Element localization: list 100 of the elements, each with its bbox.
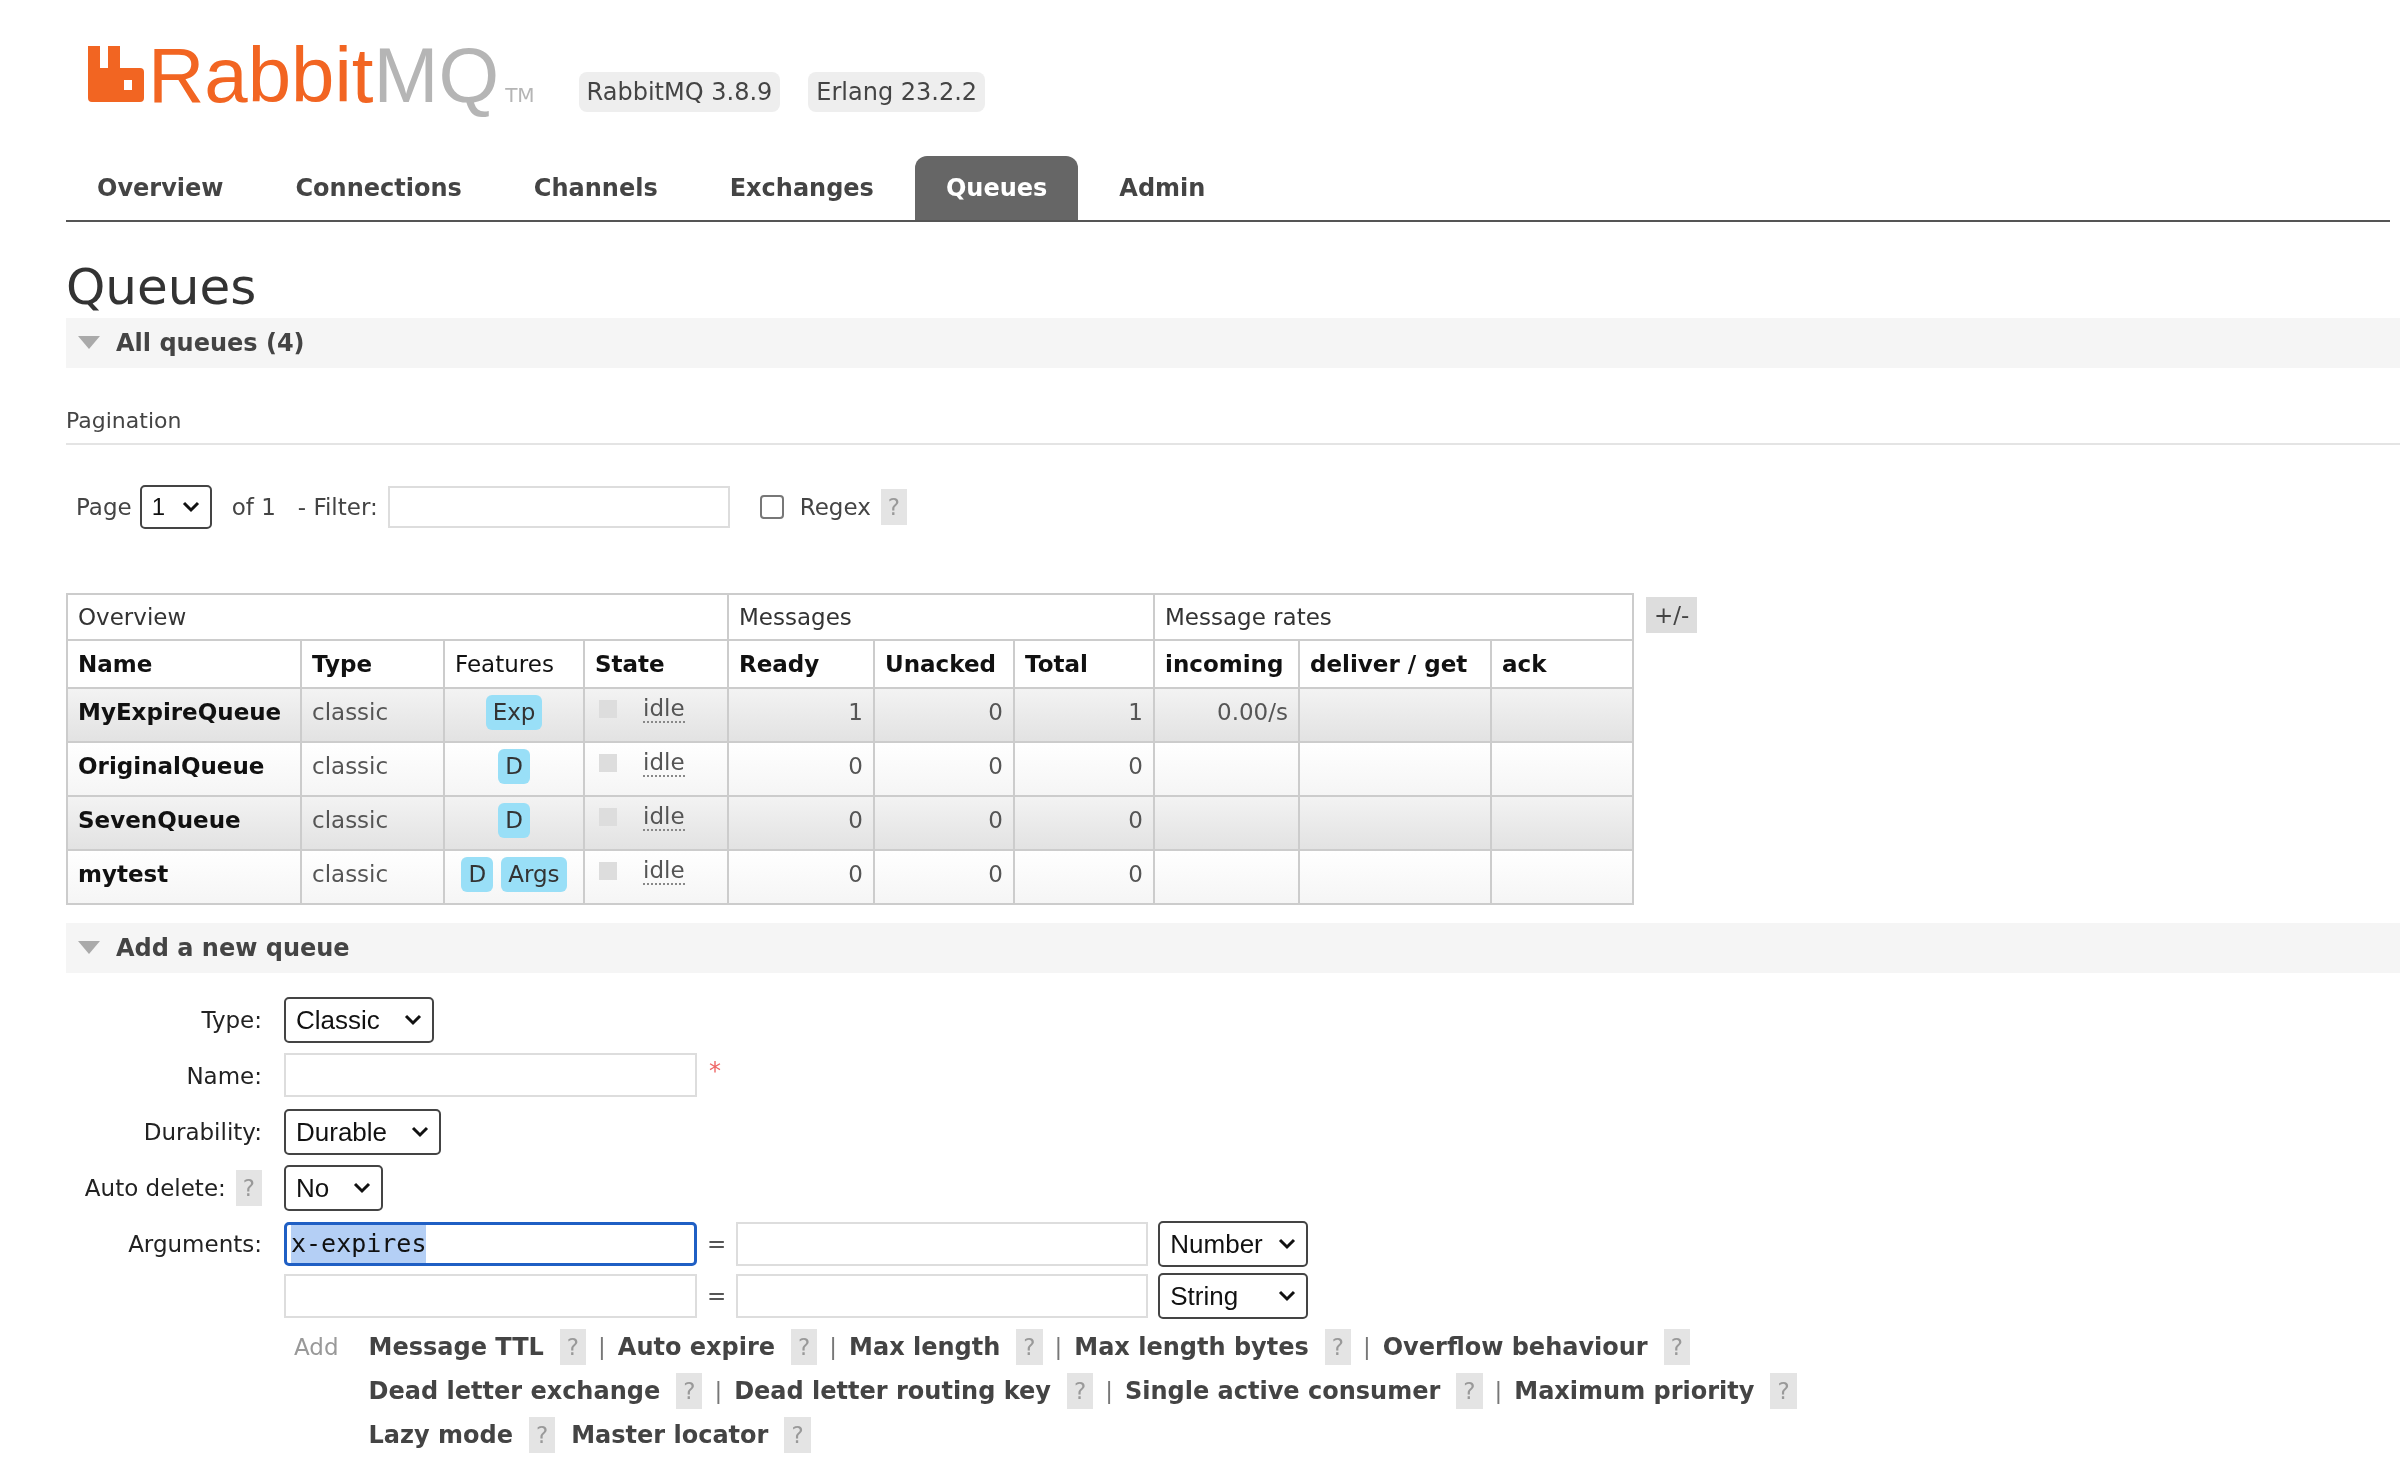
table-cell: classic	[312, 807, 389, 833]
chevron-down-icon	[353, 1182, 372, 1194]
chevron-down-icon	[181, 501, 200, 513]
filter-label: - Filter:	[297, 492, 378, 522]
argument-value-field[interactable]	[736, 1222, 1149, 1266]
argument-shortcut-link[interactable]: Master locator	[571, 1417, 769, 1453]
chevron-down-icon	[1278, 1238, 1297, 1250]
table-group-header: Overview	[67, 594, 728, 640]
page-title: Queues	[66, 257, 258, 318]
table-cell: 0	[1128, 807, 1143, 833]
chevron-down-icon	[411, 1126, 430, 1138]
state-indicator-icon	[599, 754, 617, 772]
argument-shortcut-link[interactable]: Overflow behaviour	[1382, 1329, 1648, 1365]
section-header[interactable]: All queues (4)	[66, 318, 2400, 368]
feature-tag: Args	[501, 857, 567, 892]
table-cell: 0	[848, 861, 863, 887]
chevron-down-icon	[1278, 1290, 1297, 1302]
collapse-triangle-icon[interactable]	[78, 336, 100, 350]
page-label: Page	[76, 492, 132, 522]
table-cell: 0	[848, 807, 863, 833]
separator: |	[1362, 1332, 1371, 1362]
chevron-down-icon	[403, 1014, 422, 1026]
queue-state: idle	[643, 749, 685, 777]
column-toggle-button[interactable]: +/-	[1646, 597, 1698, 633]
trademark: TM	[505, 82, 535, 109]
field-label: Arguments:	[128, 1229, 262, 1259]
feature-tag: D	[461, 857, 494, 892]
table-cell: classic	[312, 753, 389, 779]
separator: |	[1494, 1376, 1503, 1406]
separator: |	[1105, 1376, 1113, 1406]
select-field[interactable]: No	[284, 1165, 384, 1211]
table-cell: 0.00/s	[1217, 699, 1288, 725]
name-input-field[interactable]	[284, 1053, 697, 1097]
argument-type-select[interactable]: String	[1158, 1273, 1309, 1319]
version-badge: RabbitMQ 3.8.9	[578, 72, 781, 112]
table-cell: 1	[848, 699, 863, 725]
table-group-header: Messages	[728, 594, 1154, 640]
feature-tag: D	[498, 803, 530, 838]
feature-tag: Exp	[485, 695, 543, 730]
field-label: Durability:	[143, 1117, 262, 1147]
argument-key-field[interactable]	[284, 1274, 697, 1318]
argument-shortcut-link[interactable]: Dead letter exchange	[368, 1373, 661, 1409]
separator: |	[1054, 1332, 1063, 1362]
separator: |	[829, 1332, 838, 1362]
section-title: All queues (4)	[116, 328, 305, 359]
nav-tab[interactable]: Connections	[264, 156, 493, 220]
argument-shortcut-link[interactable]: Message TTL	[368, 1329, 544, 1365]
table-cell: 0	[988, 699, 1003, 725]
table-cell: 0	[988, 753, 1003, 779]
argument-shortcut-link[interactable]: Auto expire	[617, 1329, 776, 1365]
table-group-header: Message rates	[1154, 594, 1633, 640]
table-cell: 0	[1128, 861, 1143, 887]
table-cell: classic	[312, 699, 389, 725]
table-cell: 0	[988, 861, 1003, 887]
regex-label: Regex	[799, 492, 871, 522]
nav-tab[interactable]: Exchanges	[698, 156, 905, 220]
table-cell: classic	[312, 861, 389, 887]
field-label: Name:	[186, 1061, 262, 1091]
collapse-triangle-icon[interactable]	[78, 941, 100, 955]
equals-sign: =	[707, 1229, 727, 1259]
queue-state: idle	[643, 803, 685, 831]
equals-sign: =	[707, 1281, 727, 1311]
page-count: of 1	[231, 492, 276, 522]
argument-shortcut-link[interactable]: Max length	[849, 1329, 1001, 1365]
argument-shortcut-link[interactable]: Dead letter routing key	[734, 1373, 1051, 1409]
state-indicator-icon	[599, 862, 617, 880]
argument-value-field[interactable]	[736, 1274, 1149, 1318]
argument-shortcut-link[interactable]: Lazy mode	[368, 1417, 513, 1453]
queue-state: idle	[643, 857, 685, 885]
argument-shortcut-link[interactable]: Maximum priority	[1514, 1373, 1755, 1409]
section-header[interactable]: Add a new queue	[66, 923, 2400, 973]
select-field[interactable]: Classic	[284, 997, 434, 1043]
feature-tag: D	[498, 749, 530, 784]
table-cell: 0	[1128, 753, 1143, 779]
logo-icon	[88, 46, 144, 102]
queue-state: idle	[643, 695, 685, 723]
field-label: Type:	[201, 1005, 262, 1035]
argument-key-field[interactable]: x-expires	[284, 1222, 697, 1266]
section-subtitle: Pagination	[66, 404, 2400, 445]
regex-checkbox[interactable]	[759, 495, 784, 519]
nav-tab[interactable]: Admin	[1088, 156, 1237, 220]
page-select[interactable]: 1	[139, 485, 212, 529]
version-badge: Erlang 23.2.2	[808, 72, 986, 112]
nav-tab[interactable]: Queues	[914, 156, 1079, 220]
nav-tab[interactable]: Channels	[502, 156, 689, 220]
select-field[interactable]: Durable	[284, 1109, 442, 1155]
separator: |	[598, 1332, 606, 1362]
field-label: Auto delete:	[84, 1173, 226, 1203]
required-asterisk: *	[709, 1056, 721, 1087]
argument-type-select[interactable]: Number	[1158, 1221, 1309, 1267]
argument-shortcut-link[interactable]: Single active consumer	[1124, 1373, 1441, 1409]
table-cell: 0	[988, 807, 1003, 833]
section-title: Add a new queue	[116, 933, 350, 964]
filter-field[interactable]	[387, 486, 730, 528]
nav-tab[interactable]: Overview	[66, 156, 255, 220]
table-cell: 1	[1128, 699, 1143, 725]
separator: |	[714, 1376, 723, 1406]
argument-shortcut-link[interactable]: Max length bytes	[1074, 1329, 1309, 1365]
table-cell: 0	[848, 753, 863, 779]
queue-name-link[interactable]: mytest	[78, 861, 169, 887]
